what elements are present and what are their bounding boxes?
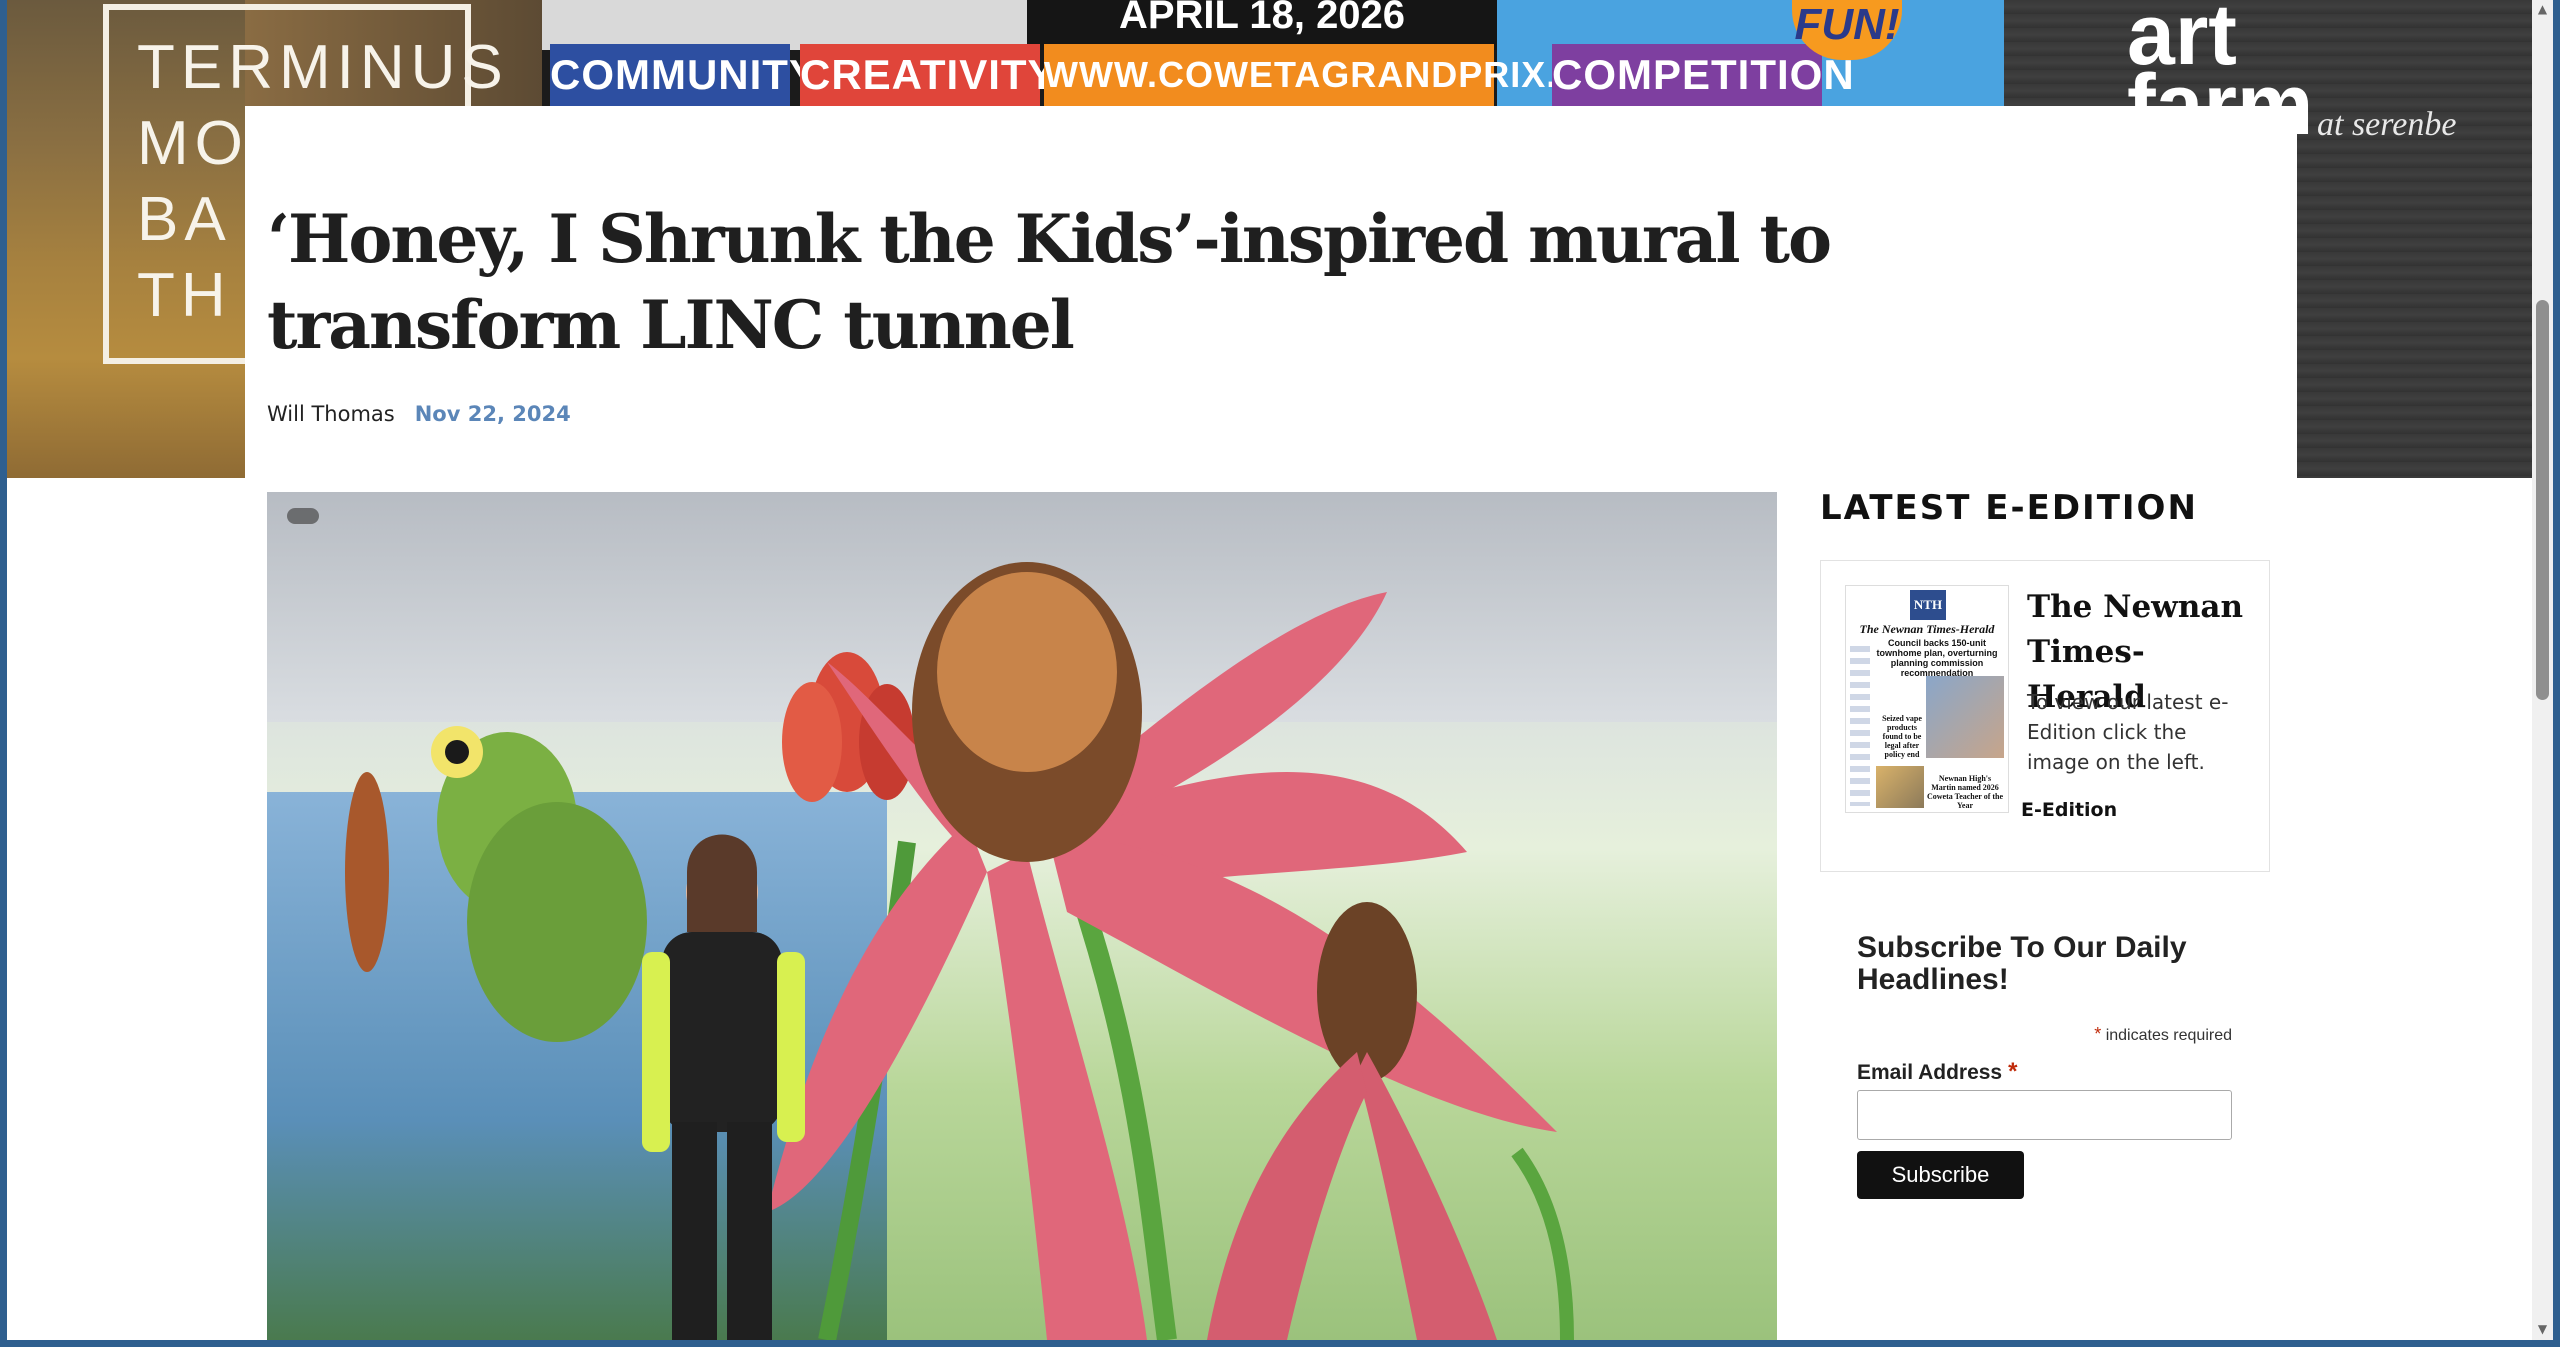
eedition-cover-headline: Council backs 150-unit townhome plan, ov… [1876, 638, 1998, 678]
email-address-input[interactable] [1857, 1090, 2232, 1140]
subscribe-button[interactable]: Subscribe [1857, 1151, 2024, 1199]
email-required-asterisk: * [2008, 1058, 2018, 1085]
eedition-link[interactable]: E-Edition [2021, 799, 2117, 821]
article-title: ‘Honey, I Shrunk the Kids’-inspired mura… [267, 200, 1832, 364]
vertical-scrollbar[interactable]: ▲ ▼ [2532, 0, 2553, 1340]
eedition-cover-photo [1926, 676, 2004, 758]
eedition-cover-logo: NTH [1910, 590, 1946, 620]
eedition-description: To view our latest e-Edition click the i… [2027, 690, 2229, 774]
required-indicator-note: * indicates required [1857, 1024, 2232, 1045]
leaderboard-ad-art-left [542, 0, 1027, 50]
scroll-down-arrow-icon[interactable]: ▼ [2536, 1322, 2549, 1336]
article-date: Nov 22, 2024 [414, 402, 571, 426]
leaderboard-ad[interactable]: APRIL 18, 2026 COMMUNITY CREATIVITY WWW.… [542, 0, 2004, 106]
latest-eedition-heading: LATEST E-EDITION [1820, 488, 2198, 528]
eedition-card: NTH The Newnan Times-Herald Council back… [1820, 560, 2270, 872]
window-border-right [2553, 0, 2560, 1347]
email-label-text: Email Address [1857, 1061, 2003, 1084]
subscribe-heading: Subscribe To Our Daily Headlines! [1857, 931, 2187, 996]
eedition-cover-column [1850, 646, 1870, 806]
window-border-bottom [0, 1340, 2560, 1347]
leaderboard-seg-url: WWW.COWETAGRANDPRIX.COM [1044, 44, 1643, 106]
leaderboard-seg-community: COMMUNITY [550, 44, 817, 106]
required-asterisk: * [2094, 1024, 2102, 1044]
eedition-cover-caption-right: Newnan High's Martin named 2026 Coweta T… [1926, 774, 2004, 810]
eedition-cover-thumbnail[interactable]: NTH The Newnan Times-Herald Council back… [1845, 585, 2009, 813]
leaderboard-seg-creativity: CREATIVITY [800, 44, 1056, 106]
email-address-label: Email Address * [1857, 1058, 2017, 1086]
required-note-text: indicates required [2105, 1027, 2232, 1044]
leaderboard-seg-competition: COMPETITION [1552, 44, 1854, 106]
carousel-indicator[interactable] [287, 508, 319, 524]
hero-mural-illustration [345, 562, 1574, 1340]
leaderboard-ad-date: APRIL 18, 2026 [1027, 0, 1497, 50]
article-byline: Will Thomas Nov 22, 2024 [267, 402, 571, 426]
eedition-cover-photo-small [1876, 766, 1924, 808]
article-hero-image[interactable] [267, 492, 1777, 1340]
browser-viewport: TERMINUS MO BA TH art farm at serenbe AP… [7, 0, 2532, 1340]
article-author[interactable]: Will Thomas [267, 402, 395, 426]
eedition-cover-caption-left: Seized vape products found to be legal a… [1882, 714, 1922, 759]
right-skin-ad-subtitle: at serenbe [2317, 106, 2457, 143]
scroll-up-arrow-icon[interactable]: ▲ [2536, 2, 2549, 16]
eedition-cover-masthead: The Newnan Times-Herald [1859, 622, 1995, 636]
scrollbar-thumb[interactable] [2536, 300, 2549, 700]
